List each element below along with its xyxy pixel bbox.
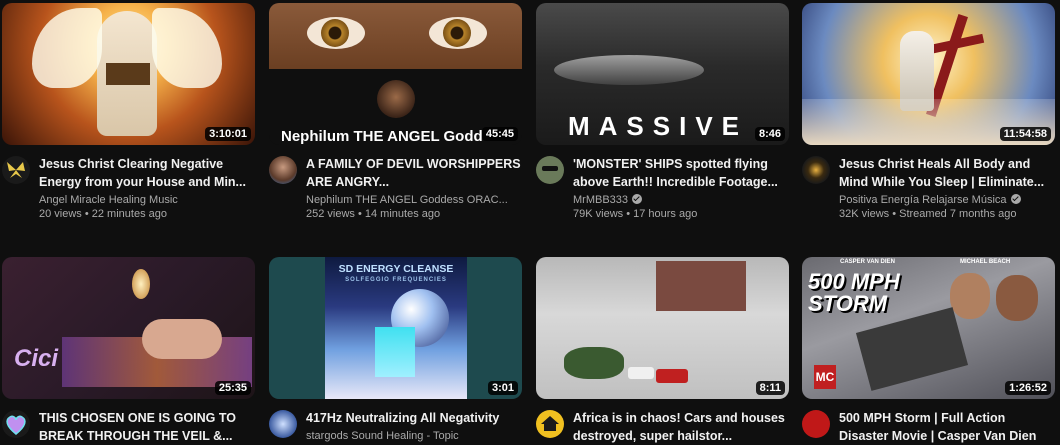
video-duration: 8:46: [754, 127, 785, 141]
video-thumbnail[interactable]: MASSIVE 8:46: [536, 3, 789, 145]
video-title[interactable]: 'MONSTER' SHIPS spotted flying above Ear…: [573, 155, 789, 191]
truck: [855, 307, 969, 391]
video-duration: 1:26:52: [1005, 381, 1051, 395]
video-thumbnail[interactable]: 3:10:01: [2, 3, 255, 145]
car: [628, 367, 654, 379]
video-title[interactable]: Africa is in chaos! Cars and houses dest…: [573, 409, 789, 445]
candle: [132, 269, 150, 299]
video-title[interactable]: THIS CHOSEN ONE IS GOING TO BREAK THROUG…: [39, 409, 255, 445]
video-card[interactable]: CASPER VAN DIEN MICHAEL BEACH 500 MPH ST…: [802, 257, 1055, 445]
album-subtitle: SOLFEGGIO FREQUENCIES: [345, 277, 447, 283]
actor-name: MICHAEL BEACH: [960, 259, 1011, 265]
video-card[interactable]: Cici 25:35 THIS CHOSEN ONE IS GOING TO B…: [2, 257, 255, 445]
video-title[interactable]: 500 MPH Storm | Full Action Disaster Mov…: [839, 409, 1055, 445]
video-stats: 79K views • 17 hours ago: [573, 208, 698, 220]
book: [106, 63, 150, 85]
thumbnail-logo: Cici: [14, 345, 59, 372]
video-thumbnail[interactable]: SD ENERGY CLEANSE SOLFEGGIO FREQUENCIES …: [269, 257, 522, 399]
video-card[interactable]: 8:11 Africa is in chaos! Cars and houses…: [536, 257, 789, 445]
house-icon: [541, 416, 559, 431]
video-title[interactable]: A FAMILY OF DEVIL WORSHIPPERS ARE ANGRY.…: [306, 155, 522, 191]
channel-name[interactable]: stargods Sound Healing - Topic: [306, 430, 522, 442]
hand: [142, 319, 222, 359]
wing-right: [152, 8, 222, 88]
video-duration: 11:54:58: [999, 127, 1051, 141]
video-title[interactable]: Jesus Christ Heals All Body and Mind Whi…: [839, 155, 1055, 191]
verified-icon: [1010, 194, 1021, 204]
building: [656, 261, 746, 311]
movie-title: 500 MPH STORM: [808, 269, 900, 316]
video-card[interactable]: SD ENERGY CLEANSE SOLFEGGIO FREQUENCIES …: [269, 257, 522, 442]
album-title: SD ENERGY CLEANSE: [338, 263, 454, 275]
video-duration: 45:45: [481, 127, 518, 141]
channel-name[interactable]: Angel Miracle Healing Music: [39, 194, 255, 206]
channel-avatar[interactable]: [269, 410, 297, 438]
video-duration: 8:11: [755, 381, 785, 395]
channel-avatar[interactable]: [802, 410, 830, 438]
video-title[interactable]: Jesus Christ Clearing Negative Energy fr…: [39, 155, 255, 191]
wing-left: [32, 8, 102, 88]
actor-name: CASPER VAN DIEN: [840, 259, 895, 265]
video-card[interactable]: MASSIVE 8:46 'MONSTER' SHIPS spotted fly…: [536, 3, 789, 220]
video-thumbnail[interactable]: Cici 25:35: [2, 257, 255, 399]
actor-face: [996, 275, 1038, 321]
channel-face: [377, 80, 415, 118]
channel-avatar[interactable]: [269, 156, 297, 184]
studio-logo: MC: [814, 365, 836, 389]
channel-avatar[interactable]: [2, 410, 30, 438]
heart-icon: [6, 415, 26, 435]
actor-face: [950, 273, 990, 319]
thumbnail-caption: Nephilum THE ANGEL Godd: [281, 128, 483, 145]
channel-avatar[interactable]: [536, 410, 564, 438]
video-thumbnail[interactable]: 11:54:58: [802, 3, 1055, 145]
video-thumbnail[interactable]: 8:11: [536, 257, 789, 399]
video-card[interactable]: 11:54:58 Jesus Christ Heals All Body and…: [802, 3, 1055, 220]
video-duration: 3:10:01: [205, 127, 251, 141]
video-card[interactable]: Nephilum THE ANGEL Godd 45:45 A FAMILY O…: [269, 3, 522, 220]
channel-avatar[interactable]: [536, 156, 564, 184]
video-stats: 20 views • 22 minutes ago: [39, 208, 167, 220]
trees: [564, 347, 624, 379]
eyes-image: [269, 3, 522, 69]
ufo-shape: [554, 55, 704, 85]
car: [656, 369, 688, 383]
video-stats: 252 views • 14 minutes ago: [306, 208, 441, 220]
video-duration: 3:01: [487, 381, 518, 395]
video-title[interactable]: 417Hz Neutralizing All Negativity: [306, 409, 522, 427]
channel-avatar[interactable]: [802, 156, 830, 184]
waterfall: [375, 327, 415, 377]
video-stats: 32K views • Streamed 7 months ago: [839, 208, 1017, 220]
video-card[interactable]: 3:10:01 Jesus Christ Clearing Negative E…: [2, 3, 255, 220]
channel-name[interactable]: Positiva Energía Relajarse Música: [839, 194, 1055, 206]
channel-name[interactable]: Nephilum THE ANGEL Goddess ORAC...: [306, 194, 522, 206]
video-thumbnail[interactable]: Nephilum THE ANGEL Godd 45:45: [269, 3, 522, 145]
butterfly-icon: [7, 162, 25, 178]
channel-name[interactable]: MrMBB333: [573, 194, 789, 206]
video-duration: 25:35: [214, 381, 251, 395]
verified-icon: [632, 194, 643, 204]
channel-avatar[interactable]: [2, 156, 30, 184]
thumbnail-caption: MASSIVE: [568, 111, 749, 141]
video-thumbnail[interactable]: CASPER VAN DIEN MICHAEL BEACH 500 MPH ST…: [802, 257, 1055, 399]
